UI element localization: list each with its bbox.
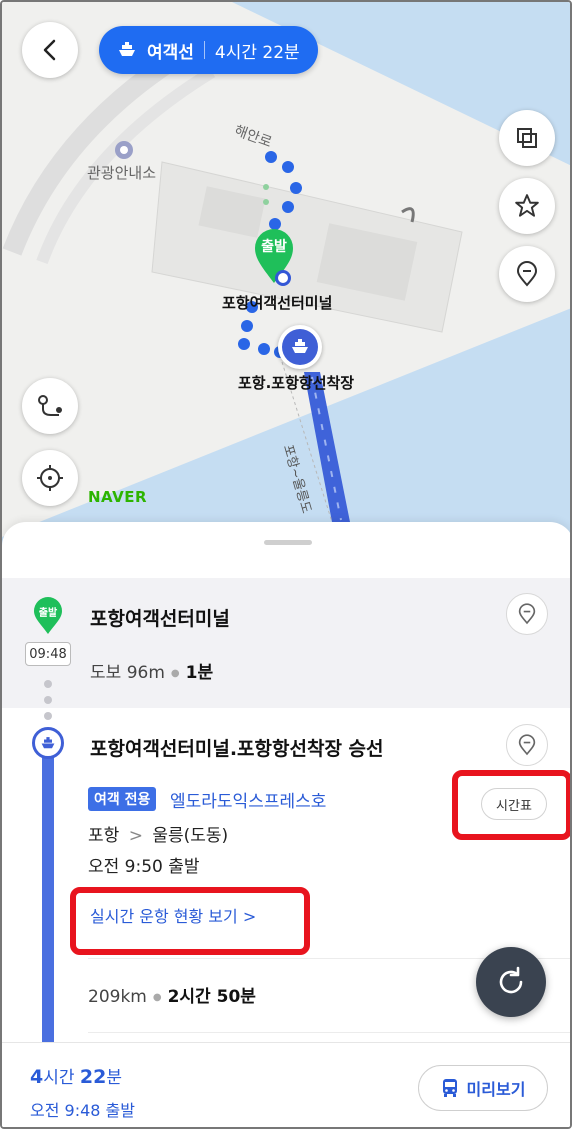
walk-dot: [44, 680, 52, 688]
back-button[interactable]: [22, 22, 78, 78]
section-divider: [88, 1032, 570, 1033]
layers-icon: [517, 128, 537, 148]
preview-button[interactable]: 미리보기: [418, 1065, 548, 1111]
refresh-button[interactable]: [476, 947, 546, 1017]
walk-segment[interactable]: 출발 포항여객선터미널 도보 96m ● 1분: [2, 578, 570, 708]
pin-minus-icon: [518, 734, 536, 756]
walk-mode: 도보: [90, 663, 122, 683]
summary-bar: 4시간 22분 오전 9:48 출발 미리보기: [2, 1042, 570, 1127]
route-options-button[interactable]: [22, 378, 78, 434]
total-time: 4시간 22분: [30, 1063, 122, 1088]
transport-mode-pill[interactable]: 여객선 4시간 22분: [99, 26, 318, 74]
pill-divider: [203, 41, 205, 59]
pin-minus-icon: [518, 603, 536, 625]
back-arrow-icon: [43, 39, 56, 61]
current-location-button[interactable]: [22, 450, 78, 506]
walk-meta: 도보 96m ● 1분: [90, 663, 214, 683]
bus-icon: [442, 1079, 457, 1097]
favorite-button[interactable]: [499, 178, 555, 234]
start-badge-label: 출발: [38, 608, 58, 619]
preview-label: 미리보기: [466, 1080, 526, 1099]
crosshair-icon: [37, 465, 63, 491]
ferry-duration: 2시간 50분: [167, 987, 256, 1007]
route-icon: [38, 395, 62, 416]
start-marker-label: 출발: [261, 239, 287, 255]
port-marker[interactable]: [278, 325, 322, 369]
map-view[interactable]: 여객선 4시간 22분 관광안내소 해안로 출발 포항여객선터미널 포항.포항항…: [2, 2, 570, 562]
ferry-distance: 209km: [88, 987, 147, 1007]
ferry-icon: [119, 42, 135, 56]
ferry-icon: [41, 736, 55, 748]
pin-minus-icon: [516, 261, 538, 287]
route-detail-sheet[interactable]: 출발 포항여객선터미널 도보 96m ● 1분 09:48 포항여객선터미널.포…: [2, 522, 570, 1127]
total-minutes: 22: [79, 1066, 107, 1088]
route-to: 울릉(도동): [152, 826, 229, 846]
walk-dot: [44, 712, 52, 720]
ferry-pin-button[interactable]: [506, 724, 548, 766]
total-duration: 4시간 22분: [214, 42, 300, 63]
departure-time-box: 09:48: [25, 642, 71, 666]
walk-pin-button[interactable]: [506, 593, 548, 635]
refresh-icon: [499, 966, 523, 994]
walk-distance: 96m: [126, 663, 165, 683]
layers-button[interactable]: [499, 110, 555, 166]
ferry-board-title: 포항여객선터미널.포항항선착장 승선: [90, 738, 384, 760]
info-center-label: 관광안내소: [87, 164, 157, 182]
mode-label: 여객선: [147, 42, 194, 63]
ferry-meta: 209km ● 2시간 50분: [88, 987, 256, 1007]
total-hours-unit: 시간: [43, 1068, 75, 1088]
highlight-box-realtime: [70, 887, 310, 955]
location-pin-button[interactable]: [499, 246, 555, 302]
route-from: 포항: [88, 826, 120, 846]
chevron-right-icon: >: [128, 826, 143, 846]
terminal-label: 포항여객선터미널: [222, 294, 333, 312]
passenger-only-tag: 여객 전용: [88, 787, 157, 811]
ferry-route: 포항 > 울릉(도동): [88, 821, 228, 846]
ferry-departure: 오전 9:50 출발: [88, 857, 200, 877]
walk-duration: 1분: [185, 663, 214, 683]
total-departure: 오전 9:48 출발: [30, 1101, 135, 1120]
sheet-drag-handle[interactable]: [264, 540, 312, 545]
ferry-icon: [292, 339, 308, 353]
star-icon: [515, 194, 539, 217]
terminal-point: [275, 270, 291, 286]
app-frame: 여객선 4시간 22분 관광안내소 해안로 출발 포항여객선터미널 포항.포항항…: [0, 0, 572, 1129]
ferry-segment-icon: [32, 727, 64, 759]
total-minutes-unit: 분: [106, 1068, 123, 1088]
port-label: 포항.포항항선착장: [238, 374, 355, 392]
walk-dot: [44, 696, 52, 704]
total-hours: 4: [30, 1066, 44, 1088]
highlight-box-timetable: [452, 770, 570, 840]
naver-logo: NAVER: [88, 488, 148, 506]
walk-destination: 포항여객선터미널: [90, 608, 230, 630]
ship-name[interactable]: 엘도라도익스프레스호: [170, 787, 326, 812]
start-badge: 출발: [32, 596, 64, 636]
